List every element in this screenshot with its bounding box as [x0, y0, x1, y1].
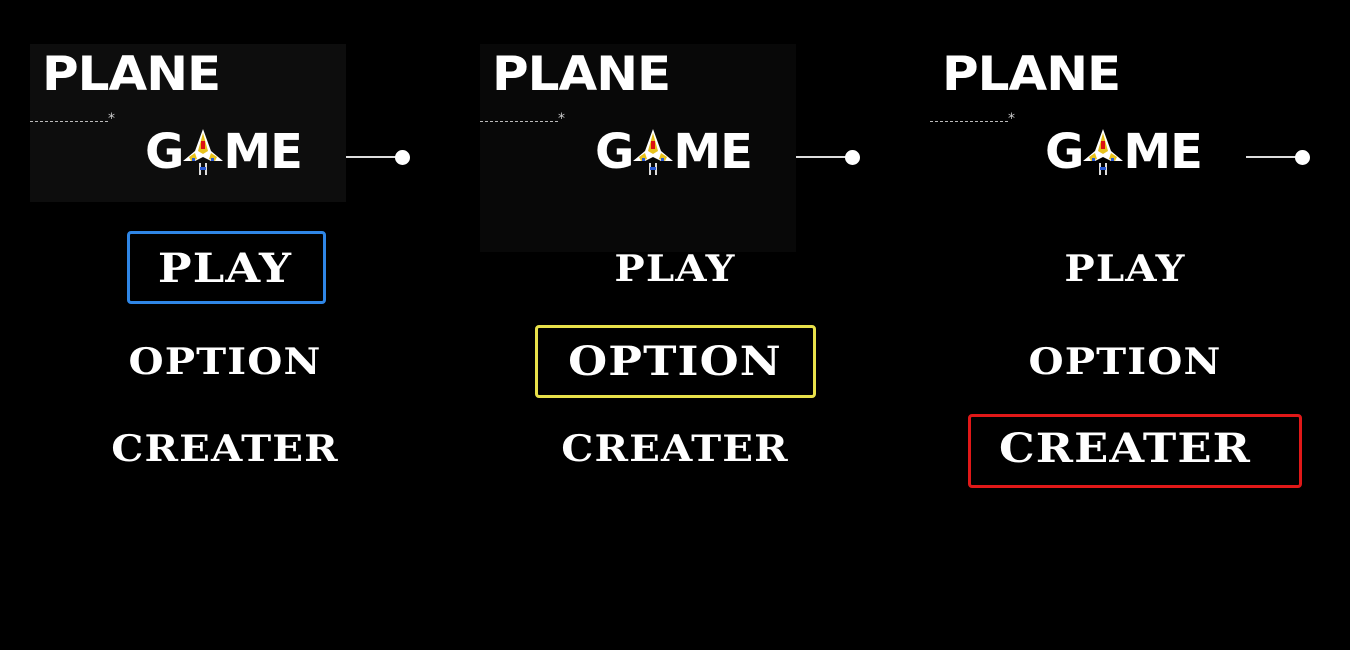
menu-creater-button[interactable]: CREATER: [873, 427, 1350, 471]
connector-dot: [1295, 150, 1310, 165]
dashed-line: [480, 121, 558, 122]
title-game-me: ME: [223, 124, 303, 180]
star-mark: *: [1008, 111, 1015, 127]
star-mark: *: [108, 111, 115, 127]
title-plane: PLANE: [42, 46, 221, 102]
plane-ship-icon: [181, 127, 225, 177]
connector-line: [796, 156, 852, 158]
title-game: G ME: [595, 124, 753, 180]
dashed-line: [30, 121, 108, 122]
title-plane: PLANE: [492, 46, 671, 102]
menu-option-button[interactable]: OPTION: [423, 340, 927, 384]
title-game: G ME: [145, 124, 303, 180]
plane-ship-icon: [631, 127, 675, 177]
menu-play-button[interactable]: PLAY: [0, 247, 477, 291]
title-game-g: G: [595, 124, 634, 180]
connector-line: [1246, 156, 1302, 158]
menu-option-button[interactable]: OPTION: [873, 340, 1350, 384]
connector-dot: [395, 150, 410, 165]
screen-option-selected: PLANE * G ME PLAY OPTION CREATER: [450, 0, 900, 650]
title-game: G ME: [1045, 124, 1203, 180]
menu-creater-button[interactable]: CREATER: [423, 427, 927, 471]
menu-creater-button[interactable]: CREATER: [0, 427, 477, 471]
title-game-g: G: [145, 124, 184, 180]
title-game-me: ME: [673, 124, 753, 180]
dashed-line: [930, 121, 1008, 122]
menu-option-button[interactable]: OPTION: [0, 340, 477, 384]
connector-dot: [845, 150, 860, 165]
screen-creater-selected: PLANE * G ME PLAY OPTION CREATER: [900, 0, 1350, 650]
title-game-me: ME: [1123, 124, 1203, 180]
menu-play-button[interactable]: PLAY: [423, 247, 927, 291]
connector-line: [346, 156, 402, 158]
star-mark: *: [558, 111, 565, 127]
title-plane: PLANE: [942, 46, 1121, 102]
plane-ship-icon: [1081, 127, 1125, 177]
screen-play-selected: PLANE * G ME PLAY OPTION CREATER: [0, 0, 450, 650]
menu-play-button[interactable]: PLAY: [873, 247, 1350, 291]
title-game-g: G: [1045, 124, 1084, 180]
